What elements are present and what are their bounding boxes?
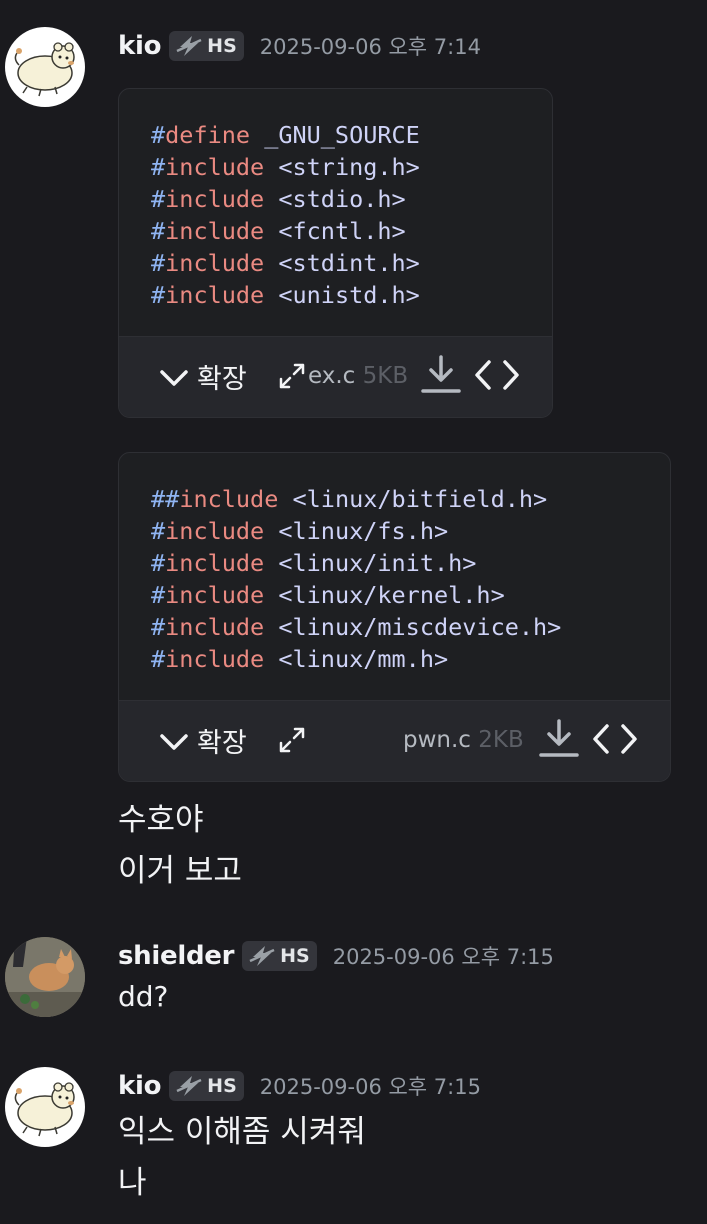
code-text: <linux/fs.h> <box>264 517 449 545</box>
cat-photo-icon[interactable] <box>5 937 85 1017</box>
code-directive: include <box>165 613 265 641</box>
code-line: #include <unistd.h> <box>151 281 420 309</box>
code-line: #include <linux/fs.h> <box>151 517 449 545</box>
file-name-text: pwn.c <box>403 727 471 753</box>
code-directive: include <box>165 645 265 673</box>
code-line: #include <linux/miscdevice.h> <box>151 613 562 641</box>
tag-label: HS <box>280 945 310 967</box>
code-line: ##include <linux/bitfield.h> <box>151 485 548 513</box>
code-directive: include <box>165 217 265 245</box>
download-icon[interactable] <box>538 717 580 759</box>
code-line: #include <linux/mm.h> <box>151 645 449 673</box>
code-view-icon[interactable] <box>473 357 521 393</box>
code-attachment: #define _GNU_SOURCE #include <string.h> #i… <box>118 88 553 418</box>
code-text: _GNU_SOURCE <box>250 121 420 149</box>
code-directive: include <box>165 153 265 181</box>
code-text: <linux/mm.h> <box>264 645 449 673</box>
code-directive: define <box>165 121 251 149</box>
code-line: #include <linux/init.h> <box>151 549 477 577</box>
expand-label: 확장 <box>197 364 247 395</box>
timestamp[interactable]: 2025-09-06 오후 7:15 <box>260 1071 481 1101</box>
expand-label: 확장 <box>197 728 247 759</box>
file-name[interactable]: pwn.c 2KB <box>403 727 524 753</box>
code-text: <fcntl.h> <box>264 217 406 245</box>
download-icon[interactable] <box>420 353 462 395</box>
fullscreen-icon[interactable] <box>277 725 307 755</box>
code-text: <stdio.h> <box>264 185 406 213</box>
tag-label: HS <box>207 35 237 57</box>
code-directive: include <box>165 581 265 609</box>
role-tag[interactable]: HS <box>169 31 244 61</box>
code-text: <linux/miscdevice.h> <box>264 613 562 641</box>
lightning-icon <box>176 36 202 56</box>
message-header: kio HS 2025-09-06 오후 7:15 <box>118 1069 481 1103</box>
attachment-footer: 확장 ex.c 5KB <box>119 336 552 417</box>
fullscreen-icon[interactable] <box>277 361 307 391</box>
message-text: dd? <box>118 980 169 1013</box>
code-line: #include <linux/kernel.h> <box>151 581 505 609</box>
file-size: 2KB <box>478 727 524 753</box>
lightning-icon <box>249 946 275 966</box>
code-text: <stdint.h> <box>264 249 420 277</box>
code-line: #include <fcntl.h> <box>151 217 406 245</box>
code-text: <linux/init.h> <box>264 549 477 577</box>
code-directive: include <box>165 517 265 545</box>
code-text: <string.h> <box>264 153 420 181</box>
message-header: shielder HS 2025-09-06 오후 7:15 <box>118 939 554 973</box>
message-text: 수호야 <box>118 802 204 838</box>
attachment-footer: 확장 pwn.c 2KB <box>119 700 670 781</box>
role-tag[interactable]: HS <box>242 941 317 971</box>
code-preview: #define _GNU_SOURCE #include <string.h> #i… <box>119 89 552 311</box>
chevron-down-icon <box>160 733 188 750</box>
code-view-icon[interactable] <box>591 721 639 757</box>
code-directive: include <box>165 185 265 213</box>
chevron-down-icon <box>160 369 188 386</box>
code-preview: ##include <linux/bitfield.h> #include <li… <box>119 453 670 675</box>
file-size: 5KB <box>362 363 409 389</box>
message-header: kio HS 2025-09-06 오후 7:14 <box>118 29 481 63</box>
code-text: <linux/bitfield.h> <box>278 485 548 513</box>
timestamp[interactable]: 2025-09-06 오후 7:15 <box>333 941 554 971</box>
code-text: <linux/kernel.h> <box>264 581 505 609</box>
code-attachment: ##include <linux/bitfield.h> #include <li… <box>118 452 671 782</box>
lightning-icon <box>176 1076 202 1096</box>
code-directive: include <box>165 281 265 309</box>
tag-label: HS <box>207 1075 237 1097</box>
username[interactable]: kio <box>118 31 161 61</box>
message-text: 이거 보고 <box>118 853 242 889</box>
file-name[interactable]: ex.c 5KB <box>308 363 408 389</box>
code-line: #include <stdint.h> <box>151 249 420 277</box>
code-line: #include <string.h> <box>151 153 420 181</box>
role-tag[interactable]: HS <box>169 1071 244 1101</box>
code-line: #define _GNU_SOURCE <box>151 121 420 149</box>
bear-sticker-icon[interactable] <box>5 27 85 107</box>
username[interactable]: kio <box>118 1071 161 1101</box>
timestamp[interactable]: 2025-09-06 오후 7:14 <box>260 31 481 61</box>
bear-sticker-icon[interactable] <box>5 1067 85 1147</box>
code-directive: include <box>165 549 265 577</box>
code-directive: include <box>179 485 279 513</box>
code-line: #include <stdio.h> <box>151 185 406 213</box>
code-text: <unistd.h> <box>264 281 420 309</box>
file-name-text: ex.c <box>308 363 356 389</box>
message-text: 익스 이해좀 시켜줘 <box>118 1114 366 1150</box>
message-text: 나 <box>118 1165 147 1201</box>
expand-button[interactable]: 확장 <box>159 721 247 760</box>
expand-button[interactable]: 확장 <box>159 357 247 396</box>
username[interactable]: shielder <box>118 941 234 971</box>
code-directive: include <box>165 249 265 277</box>
